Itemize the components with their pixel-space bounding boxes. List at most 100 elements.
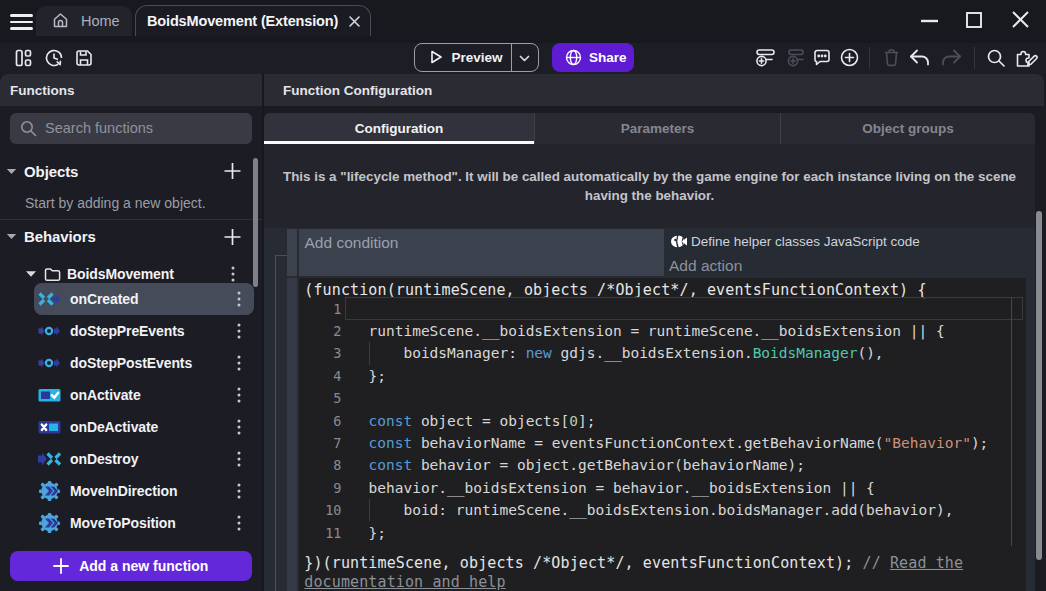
redo-icon[interactable] xyxy=(940,48,963,68)
history-icon[interactable] xyxy=(44,48,64,68)
code-wrapper-header: (function(runtimeScene, objects /*Object… xyxy=(304,281,926,299)
line-number: 7 xyxy=(299,435,342,451)
function-item-moveindirection[interactable]: MoveInDirection xyxy=(34,475,254,507)
code-line-9[interactable]: 9behavior.__boidsExtension = behavior.__… xyxy=(299,477,1026,499)
trash-icon[interactable] xyxy=(882,48,901,67)
main-scrollbar[interactable] xyxy=(1036,211,1042,560)
kebab-menu-icon[interactable] xyxy=(237,323,241,339)
function-item-dosteppostevents[interactable]: doStepPostEvents xyxy=(34,347,254,379)
do-step-icon xyxy=(38,320,61,342)
function-item-onactivate[interactable]: onActivate xyxy=(34,379,254,411)
undo-icon[interactable] xyxy=(908,48,931,68)
code-line-6[interactable]: 6const object = objects[0]; xyxy=(299,409,1026,431)
share-button[interactable]: Share xyxy=(552,43,634,72)
minimize-icon[interactable] xyxy=(920,19,939,23)
preview-label: Preview xyxy=(452,50,503,65)
function-label: onDeActivate xyxy=(70,419,158,435)
event-drag-handle[interactable] xyxy=(287,278,297,591)
add-circle-icon[interactable] xyxy=(840,48,859,67)
kebab-menu-icon[interactable] xyxy=(237,451,241,467)
plus-icon xyxy=(53,558,69,574)
function-item-ondeactivate[interactable]: onDeActivate xyxy=(34,411,254,443)
kebab-menu-icon[interactable] xyxy=(237,291,241,307)
code-line-11[interactable]: 11}; xyxy=(299,521,1026,543)
tab-parameters[interactable]: Parameters xyxy=(535,113,781,144)
search-icon[interactable] xyxy=(986,48,1006,68)
function-item-ondestroy[interactable]: onDestroy xyxy=(34,443,254,475)
tab-home[interactable]: Home xyxy=(36,6,132,37)
tab-boidsmovement[interactable]: BoidsMovement (Extension) xyxy=(135,5,371,36)
kebab-menu-icon[interactable] xyxy=(237,387,241,403)
code-text: }; xyxy=(369,368,386,384)
code-line-2[interactable]: 2runtimeScene.__boidsExtension = runtime… xyxy=(299,320,1026,342)
sidebar-scrollbar[interactable] xyxy=(253,158,258,287)
conditions-cell[interactable]: Add condition xyxy=(299,229,664,276)
share-label: Share xyxy=(589,50,627,65)
function-item-movetoposition[interactable]: MoveToPosition xyxy=(34,507,254,539)
add-condition-link[interactable]: Add condition xyxy=(305,234,399,252)
action-item[interactable]: Define helper classes JavaScript code xyxy=(671,230,920,252)
kebab-menu-icon[interactable] xyxy=(237,515,241,531)
toolbar-separator xyxy=(869,47,870,69)
code-line-10[interactable]: 10 boid: runtimeScene.__boidsExtension.b… xyxy=(299,499,1026,521)
project-manager-icon[interactable] xyxy=(13,48,33,68)
function-label: MoveToPosition xyxy=(70,515,176,531)
chevron-down-icon[interactable] xyxy=(6,233,17,240)
menu-icon[interactable] xyxy=(10,13,33,30)
home-icon xyxy=(52,12,69,29)
code-line-4[interactable]: 4}; xyxy=(299,365,1026,387)
code-text: boidsManager: new gdjs.__boidsExtension.… xyxy=(369,345,884,361)
kebab-menu-icon[interactable] xyxy=(237,355,241,371)
add-behavior-icon[interactable] xyxy=(224,228,241,245)
preview-dropdown-icon[interactable] xyxy=(519,55,530,62)
line-number: 11 xyxy=(299,525,342,541)
add-subevent-icon[interactable] xyxy=(784,47,805,68)
preview-button[interactable]: Preview xyxy=(414,43,540,72)
section-behaviors[interactable]: Behaviors xyxy=(0,226,252,248)
code-line-3[interactable]: 3 boidsManager: new gdjs.__boidsExtensio… xyxy=(299,342,1026,364)
chevron-down-icon[interactable] xyxy=(6,168,17,175)
divider xyxy=(0,219,262,220)
save-icon[interactable] xyxy=(74,48,94,68)
event-indent-guide xyxy=(275,255,287,256)
function-label: MoveInDirection xyxy=(70,483,177,499)
js-code-icon xyxy=(671,235,688,248)
maximize-icon[interactable] xyxy=(966,12,982,28)
objects-section-label: Objects xyxy=(24,163,78,180)
function-item-oncreated[interactable]: onCreated xyxy=(34,283,254,315)
function-item-dosteppreevents[interactable]: doStepPreEvents xyxy=(34,315,254,347)
search-input[interactable]: Search functions xyxy=(10,113,252,145)
tab-close-icon[interactable] xyxy=(348,15,361,28)
description-text: This is a "lifecycle method". It will be… xyxy=(283,167,1016,205)
code-text: behavior.__boidsExtension = behavior.__b… xyxy=(369,480,875,496)
tab-object-groups[interactable]: Object groups xyxy=(781,113,1035,144)
code-line-8[interactable]: 8const behavior = object.getBehavior(beh… xyxy=(299,454,1026,476)
function-label: onCreated xyxy=(70,291,138,307)
kebab-menu-icon[interactable] xyxy=(237,483,241,499)
tab-configuration[interactable]: Configuration xyxy=(264,113,535,144)
add-function-label: Add a new function xyxy=(79,558,208,574)
chevron-down-icon[interactable] xyxy=(25,270,37,278)
event-drag-handle[interactable] xyxy=(287,229,297,276)
add-action-link[interactable]: Add action xyxy=(669,257,742,275)
active-tab-label: BoidsMovement (Extension) xyxy=(147,13,338,29)
add-event-icon[interactable] xyxy=(755,47,776,68)
code-line-7[interactable]: 7const behaviorName = eventsFunctionCont… xyxy=(299,432,1026,454)
kebab-menu-icon[interactable] xyxy=(231,266,235,282)
configuration-tabs: ConfigurationParametersObject groups xyxy=(264,113,1035,144)
function-configuration-title: Function Configuration xyxy=(283,74,432,106)
line-number: 10 xyxy=(299,502,342,518)
close-icon[interactable] xyxy=(1012,11,1029,28)
code-footer-text: })(runtimeScene, objects /*Object*/, eve… xyxy=(304,554,862,572)
kebab-menu-icon[interactable] xyxy=(237,419,241,435)
section-objects[interactable]: Objects xyxy=(0,160,252,182)
code-line-5[interactable]: 5 xyxy=(299,387,1026,409)
behaviors-section-label: Behaviors xyxy=(24,228,96,245)
add-comment-icon[interactable] xyxy=(812,48,832,68)
add-object-icon[interactable] xyxy=(224,163,241,180)
edit-extension-icon[interactable] xyxy=(1015,47,1038,70)
panel-headers: Functions Function Configuration xyxy=(0,74,1044,106)
add-function-button[interactable]: Add a new function xyxy=(10,551,252,581)
code-line-1[interactable]: 1 xyxy=(299,297,1026,319)
code-text: runtimeScene.__boidsExtension = runtimeS… xyxy=(369,323,945,339)
